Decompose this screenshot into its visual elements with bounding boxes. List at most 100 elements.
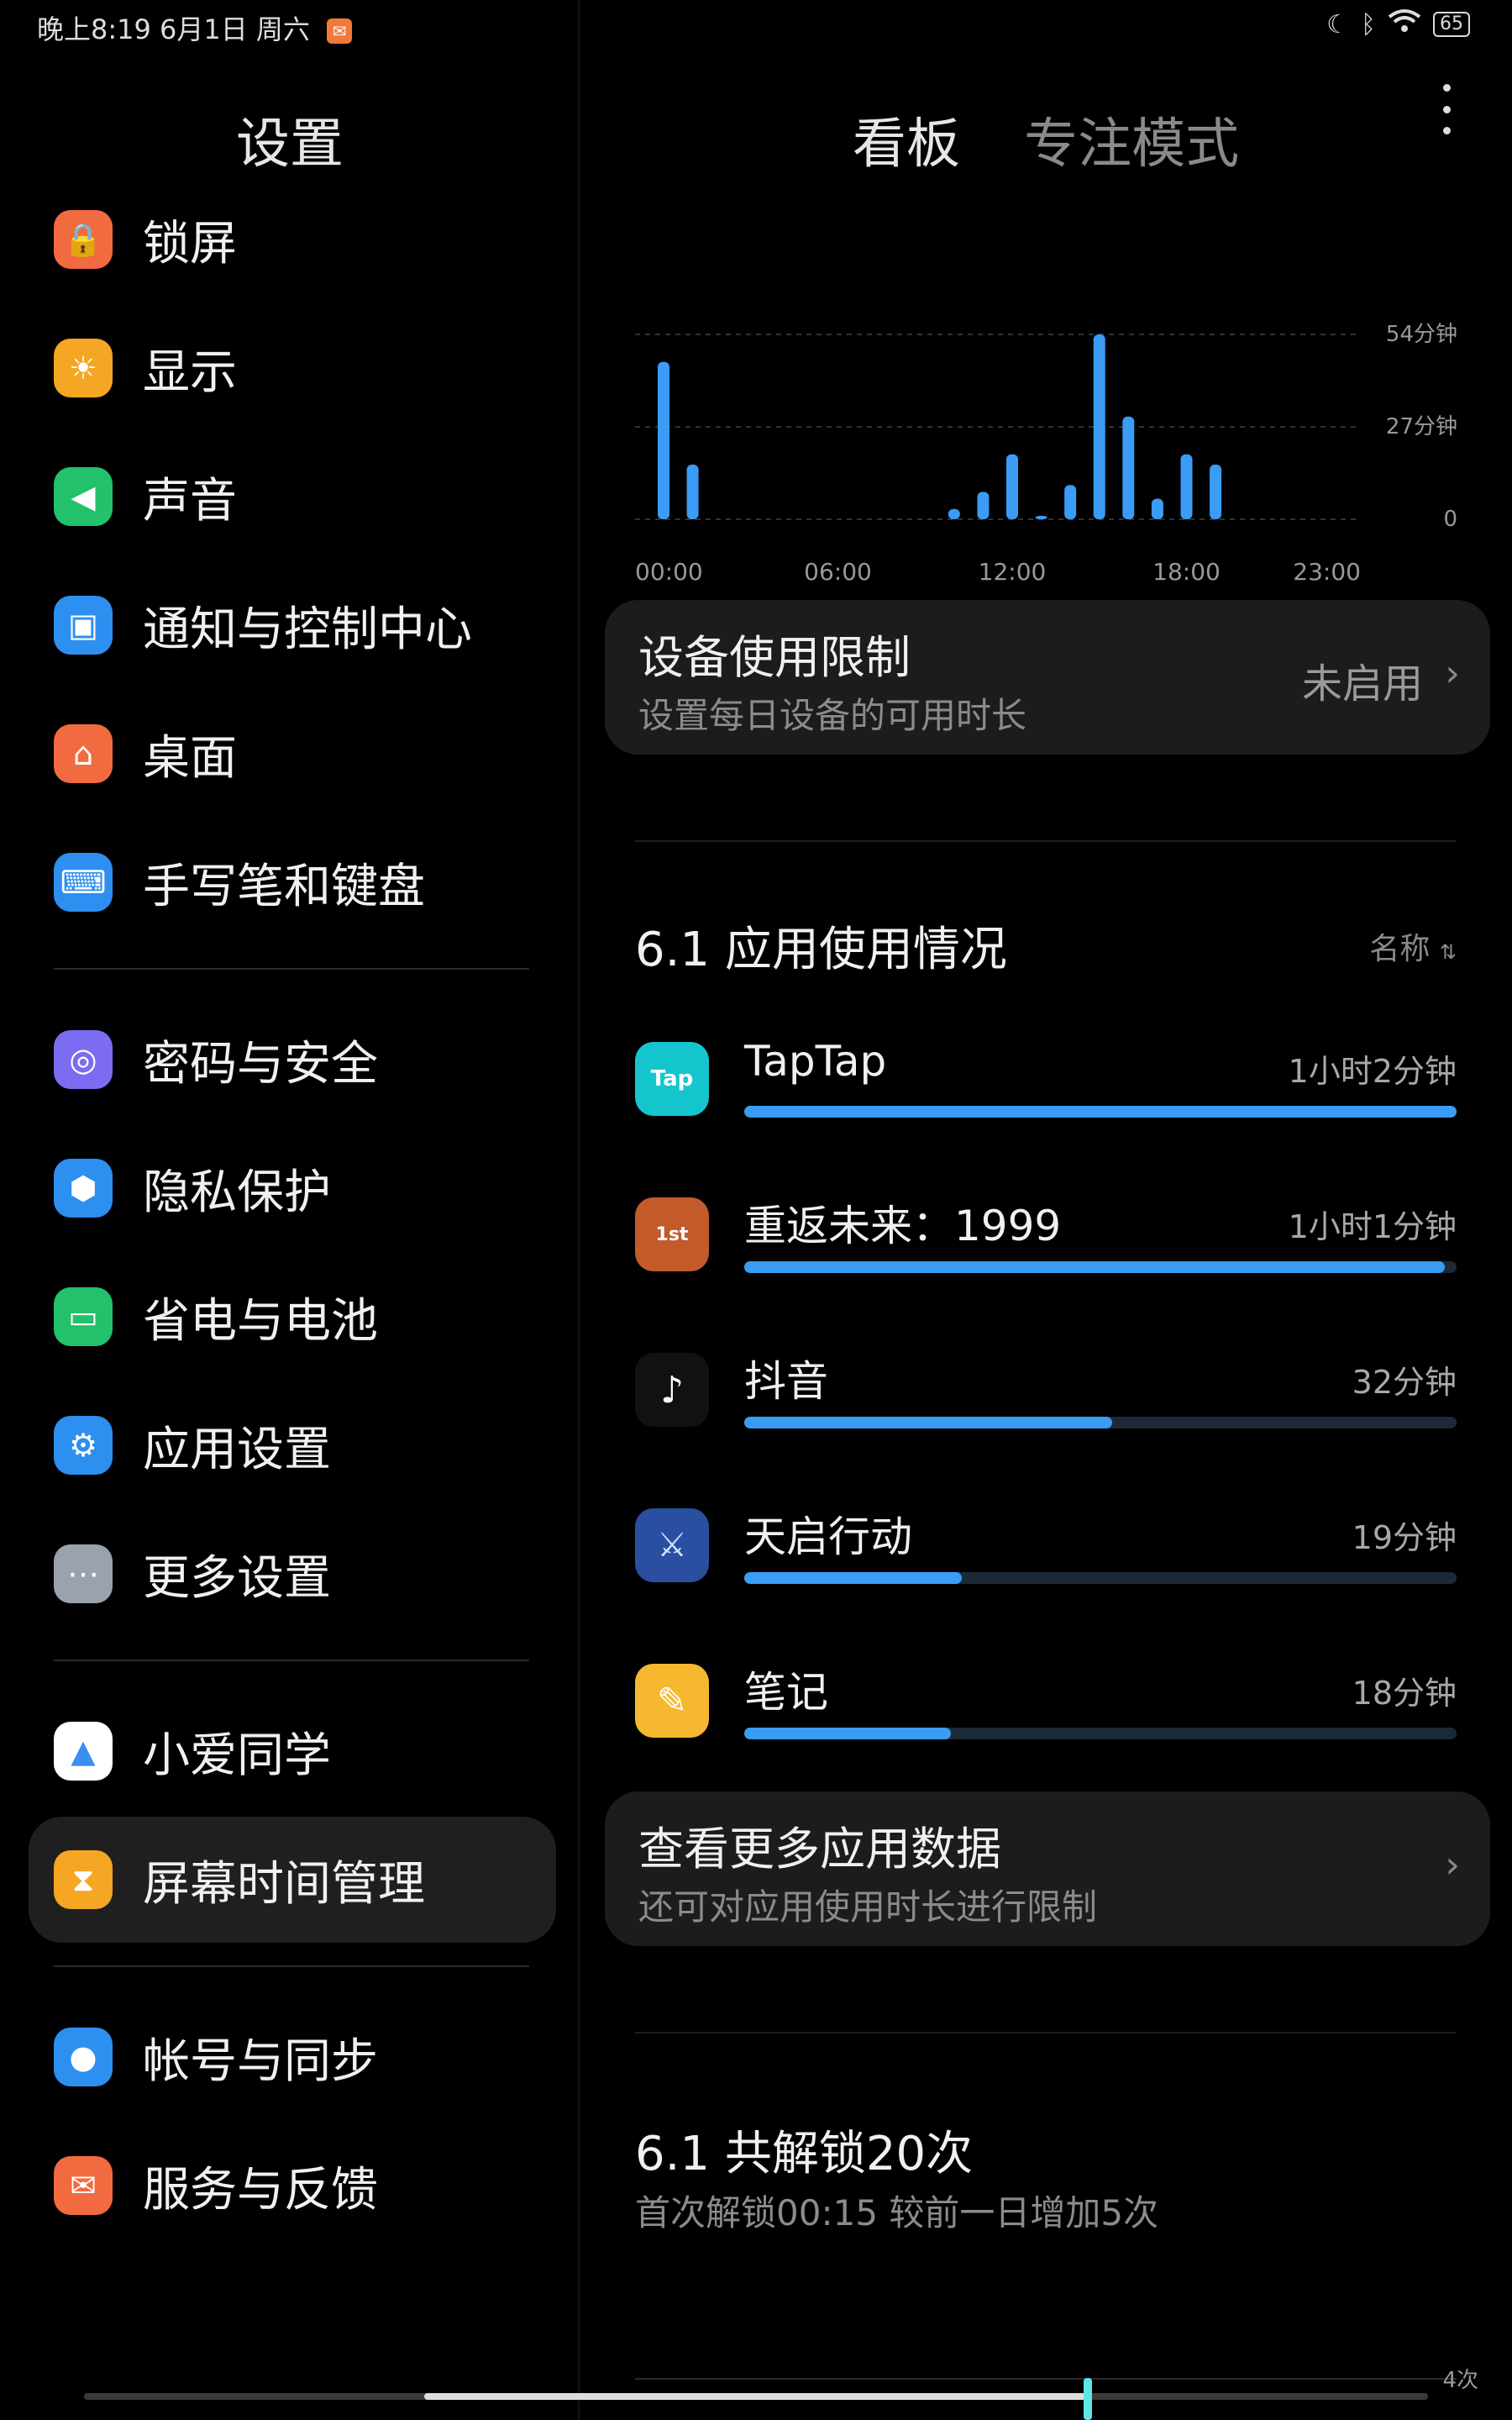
usage-bar	[1122, 416, 1135, 519]
usage-progress-track	[744, 1261, 1457, 1273]
app-usage-row[interactable]: Tap TapTap 1小时2分钟	[635, 1034, 1457, 1151]
xiaoai-icon: ▲	[54, 1722, 113, 1781]
settings-item-gear[interactable]: ⚙ 应用设置	[29, 1382, 556, 1508]
divider	[635, 2032, 1457, 2033]
settings-item-label: 通知与控制中心	[143, 602, 472, 657]
speaker-icon: ◀	[54, 467, 113, 526]
app-name: TapTap	[744, 1037, 887, 1086]
tianqi-icon: ⚔	[635, 1508, 709, 1582]
status-right: ☾ ᛒ 65	[1326, 8, 1470, 40]
tab-focus-mode[interactable]: 专注模式	[1024, 101, 1239, 178]
x-tick-label: 23:00	[1293, 558, 1361, 586]
menu-separator	[54, 968, 529, 970]
settings-item-label: 隐私保护	[143, 1165, 331, 1220]
settings-item-xiaoai[interactable]: ▲ 小爱同学	[29, 1688, 556, 1814]
app-usage-row[interactable]: ⚔ 天启行动 19分钟	[635, 1500, 1457, 1618]
tab-dashboard[interactable]: 看板	[853, 101, 960, 178]
do-not-disturb-icon: ☾	[1326, 9, 1349, 39]
scroll-indicator	[1084, 2378, 1092, 2420]
x-tick-label: 12:00	[979, 558, 1047, 586]
douyin-icon: ♪	[635, 1353, 709, 1427]
divider	[635, 840, 1457, 842]
settings-item-label: 声音	[143, 473, 237, 529]
usage-progress-fill	[744, 1728, 951, 1739]
app-name: 抖音	[744, 1357, 828, 1406]
settings-item-more-dots[interactable]: ⋯ 更多设置	[29, 1511, 556, 1637]
app-name: 天启行动	[744, 1512, 912, 1561]
usage-progress-track	[744, 1728, 1457, 1739]
settings-item-speaker[interactable]: ◀ 声音	[29, 434, 556, 560]
settings-item-label: 帐号与同步	[143, 2033, 378, 2089]
app-usage-row[interactable]: 1st 重返未来：1999 1小时1分钟	[635, 1189, 1457, 1307]
settings-item-home[interactable]: ⌂ 桌面	[29, 691, 556, 817]
app-name: 重返未来：1999	[744, 1202, 1062, 1250]
device-limit-card[interactable]: 设备使用限制 设置每日设备的可用时长 未启用 ›	[605, 600, 1490, 755]
settings-item-feedback[interactable]: ✉ 服务与反馈	[29, 2123, 556, 2249]
app-usage-row[interactable]: ♪ 抖音 32分钟	[635, 1344, 1457, 1462]
sort-by-name-button[interactable]: 名称 ⇅	[1369, 924, 1457, 968]
device-limit-title: 设备使用限制	[638, 631, 911, 684]
more-app-data-card[interactable]: 查看更多应用数据 还可对应用使用时长进行限制 ›	[605, 1791, 1490, 1946]
taptap-icon: Tap	[635, 1042, 709, 1116]
settings-item-shield[interactable]: ⬢ 隐私保护	[29, 1125, 556, 1251]
usage-bar	[686, 464, 699, 519]
x-tick-label: 18:00	[1152, 558, 1221, 586]
status-bar: 晚上8:19 6月1日 周六 ✉ ☾ ᛒ 65	[0, 0, 1512, 50]
settings-item-label: 显示	[143, 345, 237, 400]
app-usage-time: 1小时2分钟	[1288, 1053, 1457, 1090]
gesture-pill[interactable]	[424, 2393, 1088, 2400]
settings-item-lock[interactable]: 🔒 锁屏	[29, 176, 556, 302]
app-usage-row[interactable]: ✎ 笔记 18分钟	[635, 1655, 1457, 1773]
unlock-count-title: 6.1 共解锁20次	[635, 2127, 974, 2181]
app-usage-time: 32分钟	[1352, 1364, 1457, 1401]
usage-progress-track	[744, 1106, 1457, 1118]
settings-sidebar: 设置 🔒 锁屏 ☀ 显示 ◀ 声音 ▣ 通知与控制中心 ⌂ 桌面 ⌨ 手写笔和键盘 ◎ 密码与安全 ⬢ 隐私保…	[0, 50, 580, 2420]
fingerprint-icon: ◎	[54, 1030, 113, 1089]
app-usage-time: 19分钟	[1352, 1519, 1457, 1556]
device-limit-status: 未启用	[1301, 660, 1423, 708]
settings-item-fingerprint[interactable]: ◎ 密码与安全	[29, 997, 556, 1123]
device-limit-subtitle: 设置每日设备的可用时长	[638, 695, 1027, 736]
reverse1999-icon: 1st	[635, 1197, 709, 1271]
settings-item-hourglass[interactable]: ⧗ 屏幕时间管理	[29, 1817, 556, 1943]
usage-chart: 54分钟 27分钟 0 00:00 06:00 12:00 18:00 23:00	[580, 269, 1512, 622]
settings-item-battery[interactable]: ▭ 省电与电池	[29, 1254, 556, 1380]
settings-item-label: 小爱同学	[143, 1728, 331, 1783]
settings-item-sun[interactable]: ☀ 显示	[29, 305, 556, 431]
more-app-data-title: 查看更多应用数据	[638, 1823, 1001, 1876]
settings-item-notification[interactable]: ▣ 通知与控制中心	[29, 562, 556, 688]
sort-label: 名称	[1369, 932, 1431, 966]
usage-bar	[1151, 498, 1163, 519]
usage-bar	[977, 492, 990, 519]
status-time-date: 晚上8:19 6月1日 周六	[37, 13, 310, 45]
usage-bar	[1210, 464, 1222, 519]
usage-bar	[1006, 454, 1018, 519]
usage-bar	[948, 508, 960, 519]
menu-separator	[54, 1660, 529, 1661]
usage-bar	[1093, 334, 1105, 519]
settings-item-keyboard[interactable]: ⌨ 手写笔和键盘	[29, 819, 556, 945]
more-options-icon[interactable]	[1440, 84, 1453, 134]
bluetooth-icon: ᛒ	[1361, 9, 1376, 39]
settings-item-label: 服务与反馈	[143, 2162, 378, 2217]
battery-icon: ▭	[54, 1287, 113, 1346]
usage-progress-fill	[744, 1106, 1457, 1118]
hourglass-icon: ⧗	[54, 1850, 113, 1909]
menu-separator	[54, 1965, 529, 1967]
x-tick-label: 06:00	[804, 558, 872, 586]
notes-icon: ✎	[635, 1664, 709, 1738]
settings-item-account[interactable]: ● 帐号与同步	[29, 1994, 556, 2120]
y-tick-label: 27分钟	[1386, 414, 1457, 439]
shield-icon: ⬢	[54, 1159, 113, 1218]
gear-icon: ⚙	[54, 1416, 113, 1475]
battery-indicator: 65	[1433, 12, 1470, 37]
usage-progress-track	[744, 1417, 1457, 1428]
usage-bar	[1035, 515, 1047, 519]
usage-progress-fill	[744, 1417, 1112, 1428]
usage-progress-fill	[744, 1261, 1446, 1273]
sun-icon: ☀	[54, 339, 113, 397]
settings-title: 设置	[236, 113, 344, 176]
tab-bar: 看板 专注模式	[580, 101, 1512, 178]
settings-item-label: 更多设置	[143, 1550, 331, 1606]
y-tick-label: 0	[1443, 507, 1457, 532]
